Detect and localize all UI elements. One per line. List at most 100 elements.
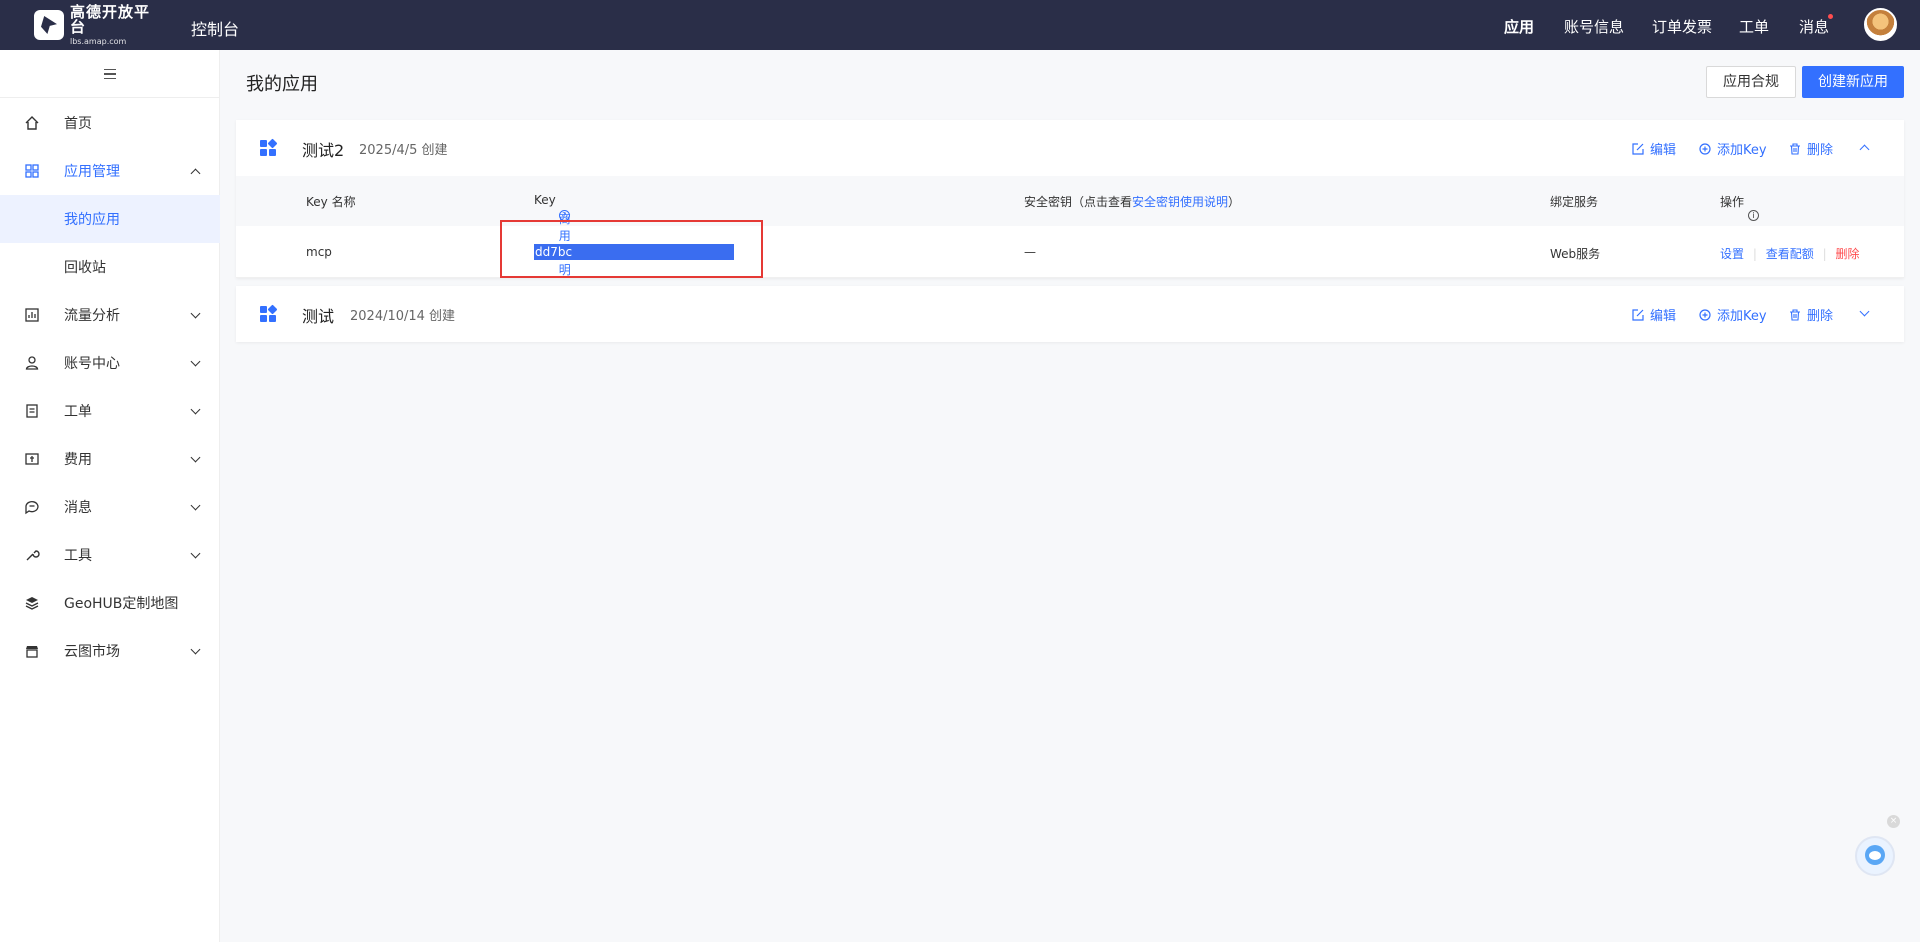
info-icon: i xyxy=(1748,210,1760,221)
helper-close-icon[interactable]: × xyxy=(1887,815,1900,828)
add-key-label: 添加Key xyxy=(1717,143,1767,158)
col-secret: 安全密钥（点击查看安全密钥使用说明） xyxy=(1024,195,1241,209)
sidebar: 首页 应用管理 我的应用 回收站 流量分析 账号中心 工单 费用 消息 工具 G… xyxy=(0,50,220,942)
app-card-header: 测试2 2025/4/5 创建 编辑 添加Key 删除 xyxy=(236,120,1904,176)
delete-app-button[interactable]: 删除 xyxy=(1789,305,1833,324)
app-compliance-button[interactable]: 应用合规 xyxy=(1706,66,1796,98)
sidebar-item-label: 应用管理 xyxy=(64,164,120,180)
chevron-down-icon[interactable] xyxy=(1859,306,1870,317)
edit-icon xyxy=(1632,308,1644,321)
chevron-down-icon xyxy=(190,644,201,655)
app-card: 测试 2024/10/14 创建 编辑 添加Key 删除 xyxy=(236,286,1904,342)
chevron-up-icon[interactable] xyxy=(1859,144,1870,155)
user-avatar[interactable] xyxy=(1864,8,1897,41)
trash-icon xyxy=(1790,308,1800,321)
app-card: 测试2 2025/4/5 创建 编辑 添加Key 删除 Key 名称 Key ?… xyxy=(236,120,1904,278)
wrench-icon xyxy=(26,550,40,561)
sidebar-item-recycle-bin[interactable]: 回收站 xyxy=(0,243,220,291)
user-icon xyxy=(25,356,39,370)
edit-icon xyxy=(1632,142,1644,155)
sidebar-item-home[interactable]: 首页 xyxy=(0,99,220,147)
chevron-down-icon xyxy=(190,548,201,559)
assistant-avatar-button[interactable] xyxy=(1855,836,1895,876)
service-cell: Web服务 xyxy=(1550,247,1601,261)
chevron-up-icon xyxy=(190,168,201,179)
apps-icon xyxy=(25,164,39,178)
sidebar-item-cloud-market[interactable]: 云图市场 xyxy=(0,627,220,675)
sidebar-item-label: 流量分析 xyxy=(64,308,120,324)
page-title: 我的应用 xyxy=(246,74,318,95)
home-icon xyxy=(25,116,39,130)
nav-invoice[interactable]: 订单发票 xyxy=(1652,16,1712,37)
top-bar: 高德开放平台 lbs.amap.com 控制台 应用 账号信息 订单发票 工单 … xyxy=(0,0,1920,50)
layers-icon xyxy=(25,597,39,610)
key-name-cell: mcp xyxy=(306,245,332,259)
delete-app-button[interactable]: 删除 xyxy=(1789,139,1833,158)
sidebar-item-ticket[interactable]: 工单 xyxy=(0,387,220,435)
secret-help-link[interactable]: 安全密钥使用说明 xyxy=(1132,195,1228,209)
sidebar-item-label: 账号中心 xyxy=(64,356,120,372)
add-key-button[interactable]: 添加Key xyxy=(1699,305,1767,324)
sidebar-item-message[interactable]: 消息 xyxy=(0,483,220,531)
create-app-button[interactable]: 创建新应用 xyxy=(1802,66,1904,98)
app-grid-icon xyxy=(260,138,278,156)
app-created-date: 2024/10/14 创建 xyxy=(350,309,456,324)
sidebar-item-label: GeoHUB定制地图 xyxy=(64,596,179,612)
sidebar-item-geohub[interactable]: GeoHUB定制地图 xyxy=(0,579,220,627)
logo-domain: lbs.amap.com xyxy=(70,36,127,46)
table-row: mcp dd7bc 39e78 — Web服务 设置 | 查看配额 | 删除 xyxy=(236,226,1904,278)
delete-key-link[interactable]: 删除 xyxy=(1835,247,1859,261)
ops-cell: 设置 | 查看配额 | 删除 xyxy=(1720,247,1860,261)
sidebar-item-label: 消息 xyxy=(64,500,92,516)
store-icon xyxy=(26,646,38,658)
edit-label: 编辑 xyxy=(1650,309,1677,324)
app-name: 测试 xyxy=(302,307,335,326)
ticket-icon xyxy=(26,404,38,418)
chevron-down-icon xyxy=(190,500,201,511)
nav-account[interactable]: 账号信息 xyxy=(1564,16,1624,37)
sidebar-item-app-management[interactable]: 应用管理 xyxy=(0,147,220,195)
secret-cell: — xyxy=(1024,245,1036,259)
col-bound-service: 绑定服务 xyxy=(1550,195,1599,209)
edit-app-button[interactable]: 编辑 xyxy=(1632,139,1676,158)
add-circle-icon xyxy=(1699,142,1711,155)
chevron-down-icon xyxy=(190,356,201,367)
settings-link[interactable]: 设置 xyxy=(1720,247,1744,261)
unread-dot xyxy=(1828,14,1833,19)
add-key-button[interactable]: 添加Key xyxy=(1699,139,1767,158)
delete-label: 删除 xyxy=(1807,309,1834,324)
key-table-header: Key 名称 Key ?商用说明 安全密钥（点击查看安全密钥使用说明） 绑定服务… xyxy=(236,176,1904,277)
add-circle-icon xyxy=(1699,308,1711,321)
highlight-box xyxy=(500,220,763,278)
chevron-down-icon xyxy=(190,308,201,319)
amap-logo[interactable]: 高德开放平台 lbs.amap.com xyxy=(34,4,164,45)
sidebar-item-label: 工单 xyxy=(64,404,92,420)
nav-messages[interactable]: 消息 xyxy=(1799,16,1829,37)
sidebar-item-my-apps[interactable]: 我的应用 xyxy=(0,195,220,243)
chevron-down-icon xyxy=(190,404,201,415)
col-key-name: Key 名称 xyxy=(306,195,356,209)
sidebar-item-label: 首页 xyxy=(64,116,92,132)
col-operations: 操作 i xyxy=(1720,193,1760,221)
app-created-date: 2025/4/5 创建 xyxy=(359,143,448,158)
sidebar-item-tools[interactable]: 工具 xyxy=(0,531,220,579)
sidebar-item-label: 云图市场 xyxy=(64,644,120,660)
nav-ticket[interactable]: 工单 xyxy=(1739,16,1769,37)
console-label[interactable]: 控制台 xyxy=(191,16,239,40)
cost-icon xyxy=(25,453,39,465)
sidebar-collapse-button[interactable] xyxy=(0,50,220,98)
sidebar-item-traffic[interactable]: 流量分析 xyxy=(0,291,220,339)
message-icon xyxy=(25,501,39,515)
edit-app-button[interactable]: 编辑 xyxy=(1632,305,1676,324)
nav-apps[interactable]: 应用 xyxy=(1504,16,1534,37)
sidebar-item-account[interactable]: 账号中心 xyxy=(0,339,220,387)
sidebar-item-cost[interactable]: 费用 xyxy=(0,435,220,483)
app-grid-icon xyxy=(260,304,278,322)
view-quota-link[interactable]: 查看配额 xyxy=(1766,247,1814,261)
app-card-header: 测试 2024/10/14 创建 编辑 添加Key 删除 xyxy=(236,286,1904,342)
trash-icon xyxy=(1790,142,1800,155)
chart-icon xyxy=(25,308,39,322)
delete-label: 删除 xyxy=(1807,143,1834,158)
sidebar-item-label: 工具 xyxy=(64,548,92,564)
sidebar-item-label: 我的应用 xyxy=(64,212,120,228)
